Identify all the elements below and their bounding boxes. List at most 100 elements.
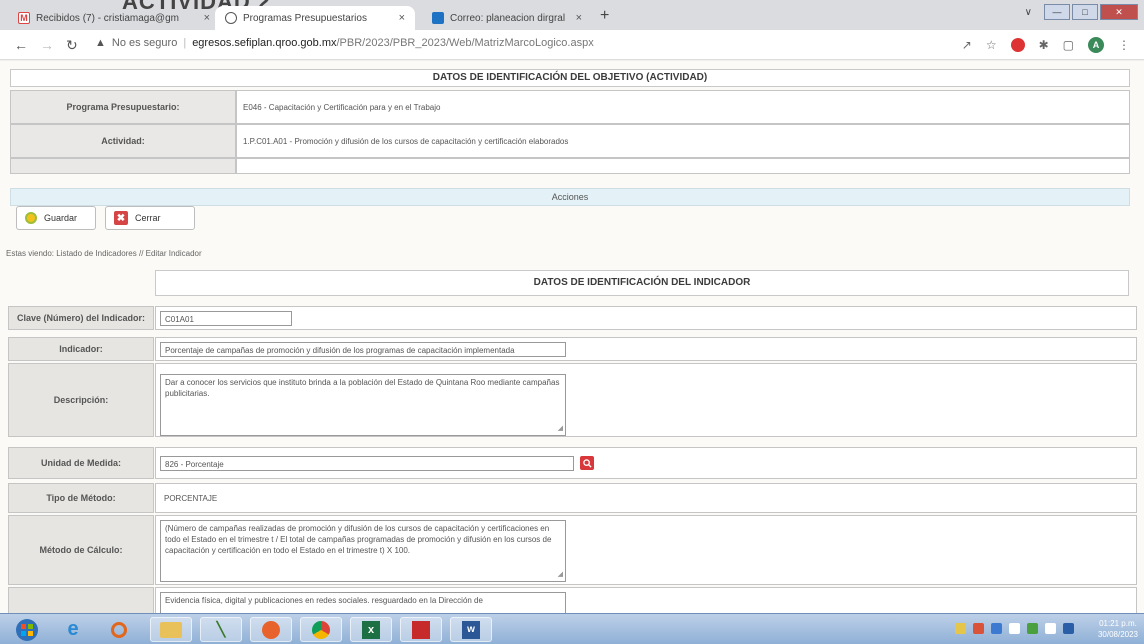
address-bar[interactable]: ▲ No es seguro | egresos.sefiplan.qroo.g… — [95, 37, 594, 49]
sidepanel-icon[interactable]: ▢ — [1063, 38, 1074, 52]
taskbar-word[interactable]: w — [450, 617, 492, 642]
key-label: Clave (Número) del Indicador: — [8, 306, 154, 330]
reload-icon[interactable]: ↻ — [66, 37, 78, 54]
avatar[interactable]: A — [1088, 37, 1104, 53]
tab-outlook[interactable]: Correo: planeacion dirgral - Out × — [422, 6, 592, 30]
new-tab-button[interactable]: + — [600, 7, 609, 25]
clock-time: 01:21 p.m. — [1099, 619, 1137, 628]
folder-icon — [160, 621, 182, 638]
chevron-down-icon[interactable]: ∨ — [1025, 7, 1032, 18]
menu-icon[interactable]: ⋮ — [1118, 38, 1130, 52]
minimize-button[interactable]: — — [1044, 4, 1070, 20]
tray-icon[interactable] — [973, 623, 984, 634]
indicator-heading: DATOS DE IDENTIFICACIÓN DEL INDICADOR — [155, 270, 1129, 296]
page-content: DATOS DE IDENTIFICACIÓN DEL OBJETIVO (AC… — [0, 61, 1144, 627]
indicator-input[interactable]: Porcentaje de campañas de promoción y di… — [160, 342, 566, 357]
taskbar-excel[interactable]: x — [350, 617, 392, 642]
flag-icon[interactable] — [1063, 623, 1074, 634]
method-type-row: PORCENTAJE — [155, 483, 1137, 513]
back-icon[interactable]: ← — [14, 37, 28, 53]
empty-value-cell — [236, 158, 1130, 174]
save-icon — [25, 212, 37, 224]
url-host: egresos.sefiplan.qroo.gob.mx — [192, 37, 337, 49]
gmail-icon: M — [18, 12, 30, 24]
tab-title: Correo: planeacion dirgral - Out — [450, 12, 568, 24]
window-close-button[interactable]: ✕ — [1100, 4, 1138, 20]
key-row: C01A01 — [155, 306, 1137, 330]
globe-icon — [225, 12, 237, 24]
tab-title: Programas Presupuestarios — [243, 12, 367, 24]
system-tray — [955, 623, 1074, 634]
taskbar-explorer[interactable] — [150, 617, 192, 642]
url-path: /PBR/2023/PBR_2023/Web/MatrizMarcoLogico… — [336, 37, 594, 49]
windows-taskbar: e ╲ x w 01:21 p.m. 30/08/2023 — [0, 613, 1144, 644]
close-icon[interactable]: × — [576, 12, 582, 24]
description-text: Dar a conocer los servicios que institut… — [165, 378, 560, 398]
tray-icon[interactable] — [955, 623, 966, 634]
close-icon[interactable]: × — [399, 12, 405, 24]
taskbar-ie[interactable]: e — [52, 617, 94, 642]
breadcrumb: Estas viendo: Listado de Indicadores // … — [6, 249, 202, 258]
description-row: Dar a conocer los servicios que institut… — [155, 363, 1137, 437]
indicator-label: Indicador: — [8, 337, 154, 361]
actions-heading: Acciones — [10, 188, 1130, 206]
calc-method-text: (Número de campañas realizadas de promoc… — [165, 524, 552, 555]
resize-grip-icon[interactable]: ◢ — [558, 569, 563, 580]
taskbar-clock[interactable]: 01:21 p.m. 30/08/2023 — [1098, 618, 1138, 640]
unit-label: Unidad de Medida: — [8, 447, 154, 479]
taskbar-app2[interactable]: ╲ — [200, 617, 242, 642]
taskbar-chrome[interactable] — [300, 617, 342, 642]
ie-icon: e — [67, 618, 79, 640]
taskbar-firefox[interactable] — [250, 617, 292, 642]
description-textarea[interactable]: Dar a conocer los servicios que institut… — [160, 374, 566, 436]
key-input[interactable]: C01A01 — [160, 311, 292, 326]
app2-icon: ╲ — [216, 621, 226, 637]
warning-icon: ▲ — [95, 37, 106, 49]
save-label: Guardar — [44, 213, 78, 223]
tray-icon[interactable] — [991, 623, 1002, 634]
search-unit-button[interactable] — [580, 456, 594, 470]
close-x-icon: ✖ — [114, 211, 128, 225]
star-icon[interactable]: ☆ — [986, 38, 997, 52]
calc-method-textarea[interactable]: (Número de campañas realizadas de promoc… — [160, 520, 566, 582]
tab-gmail[interactable]: M Recibidos (7) - cristiamaga@gm × — [8, 6, 220, 30]
tab-title: Recibidos (7) - cristiamaga@gm — [36, 12, 179, 24]
method-type-value: PORCENTAJE — [164, 494, 218, 503]
calc-method-row: (Número de campañas realizadas de promoc… — [155, 515, 1137, 585]
close-label: Cerrar — [135, 213, 161, 223]
security-status: No es seguro — [111, 37, 178, 49]
tray-icon[interactable] — [1027, 623, 1038, 634]
forward-icon[interactable]: → — [40, 37, 54, 53]
window-controls: ∨ — □ ✕ — [1025, 4, 1138, 20]
close-icon[interactable]: × — [204, 12, 210, 24]
maximize-button[interactable]: □ — [1072, 4, 1098, 20]
network-icon[interactable] — [1009, 623, 1020, 634]
browser-tab-bar: ACTIVIDAD 2 M Recibidos (7) - cristiamag… — [0, 0, 1144, 30]
indicator-row: Porcentaje de campañas de promoción y di… — [155, 337, 1137, 361]
tab-programas[interactable]: Programas Presupuestarios × — [215, 6, 415, 30]
search-icon — [582, 458, 592, 468]
toolbar-icons: ↗ ☆ ✱ ▢ A ⋮ — [962, 37, 1130, 53]
taskbar-acrobat[interactable] — [400, 617, 442, 642]
activity-label: Actividad: — [10, 124, 236, 158]
unit-input[interactable]: 826 - Porcentaje — [160, 456, 574, 471]
save-button[interactable]: Guardar — [16, 206, 96, 230]
activity-value: 1.P.C01.A01 - Promoción y difusión de lo… — [236, 124, 1130, 158]
chrome-icon — [312, 620, 330, 639]
excel-icon: x — [362, 620, 380, 639]
puzzle-icon[interactable]: ✱ — [1039, 38, 1049, 52]
unit-row: 826 - Porcentaje — [155, 447, 1137, 479]
taskbar-app[interactable] — [98, 617, 140, 642]
volume-icon[interactable] — [1045, 623, 1056, 634]
program-value: E046 - Capacitación y Certificación para… — [236, 90, 1130, 124]
start-button[interactable] — [6, 617, 48, 642]
extension-icon[interactable] — [1010, 38, 1025, 52]
address-separator: | — [183, 37, 187, 49]
description-label: Descripción: — [8, 363, 154, 437]
browser-toolbar: ← → ↻ ▲ No es seguro | egresos.sefiplan.… — [0, 30, 1144, 60]
outlook-icon — [432, 12, 444, 24]
method-type-label: Tipo de Método: — [8, 483, 154, 513]
close-button[interactable]: ✖ Cerrar — [105, 206, 195, 230]
share-icon[interactable]: ↗ — [962, 38, 972, 52]
resize-grip-icon[interactable]: ◢ — [558, 423, 563, 434]
